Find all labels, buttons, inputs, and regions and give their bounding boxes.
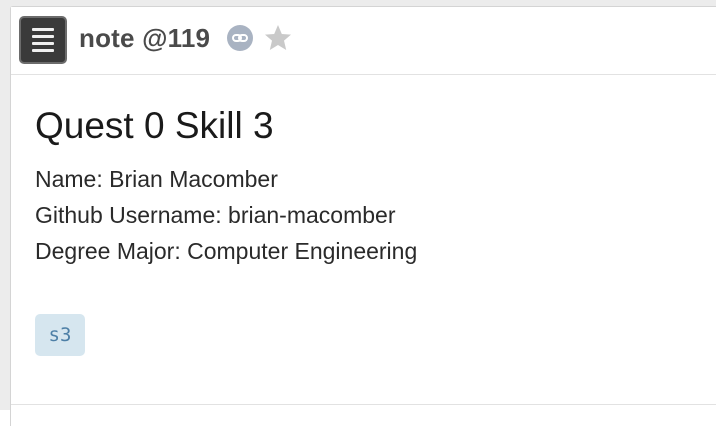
menu-button[interactable] <box>19 16 67 64</box>
note-title: note @119 <box>79 23 211 53</box>
note-header: note @119 <box>11 7 716 75</box>
page-background: note @119 Quest 0 Skill 3 Name: Brian Ma… <box>0 0 716 426</box>
note-body: Quest 0 Skill 3 Name: Brian Macomber Git… <box>35 105 695 269</box>
star-icon[interactable] <box>263 23 293 53</box>
info-line-github: Github Username: brian-macomber <box>35 202 396 228</box>
info-line-degree: Degree Major: Computer Engineering <box>35 238 418 264</box>
note-content-title: Quest 0 Skill 3 <box>35 105 274 146</box>
divider <box>11 404 716 405</box>
note-card: note @119 Quest 0 Skill 3 Name: Brian Ma… <box>10 6 716 426</box>
link-icon[interactable] <box>227 25 253 51</box>
tag-s3[interactable]: s3 <box>35 314 85 356</box>
info-line-name: Name: Brian Macomber <box>35 166 278 192</box>
